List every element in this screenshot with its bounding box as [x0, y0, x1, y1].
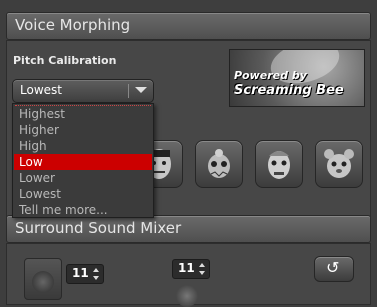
speaker-cone — [32, 271, 54, 293]
voice-morphing-header: Voice Morphing — [6, 12, 371, 40]
voice-zombie-button[interactable] — [255, 140, 303, 188]
stepper-up-icon[interactable] — [93, 268, 99, 272]
stepper-down-icon[interactable] — [199, 271, 205, 275]
reset-button[interactable]: ↺ — [314, 256, 354, 282]
stepper-down-icon[interactable] — [93, 276, 99, 280]
zombie-face-icon — [268, 151, 290, 179]
reset-icon: ↺ — [326, 258, 340, 277]
stepper-up-icon[interactable] — [199, 263, 205, 267]
option-higher[interactable]: Higher — [14, 122, 152, 138]
pitch-dropdown-list: Highest Higher High Low Lower Lowest Tel… — [12, 103, 154, 218]
option-highest[interactable]: Highest — [14, 106, 152, 122]
option-low[interactable]: Low — [14, 154, 152, 170]
option-lowest[interactable]: Lowest — [14, 186, 152, 202]
logo-powered-by: Powered by — [234, 69, 307, 82]
combo-separator — [128, 84, 129, 98]
pitch-calibration-label: Pitch Calibration — [13, 54, 117, 67]
center-level-stepper[interactable]: 11 — [172, 259, 210, 279]
option-lower[interactable]: Lower — [14, 170, 152, 186]
speaker-icon — [24, 258, 62, 300]
option-tell-me-more[interactable]: Tell me more... — [14, 202, 152, 218]
center-level-value: 11 — [178, 261, 195, 275]
screaming-bee-logo[interactable]: Powered by Screaming Bee — [229, 49, 365, 107]
surround-sound-title: Surround Sound Mixer — [15, 219, 182, 237]
left-level-stepper[interactable]: 11 — [66, 264, 104, 284]
surround-sound-header: Surround Sound Mixer — [6, 215, 371, 243]
alien-face-icon — [208, 149, 230, 178]
logo-brand: Screaming Bee — [234, 83, 344, 98]
balance-knob[interactable] — [176, 285, 198, 307]
pitch-select[interactable]: Lowest — [12, 79, 154, 103]
left-level-value: 11 — [72, 266, 89, 280]
voice-chipmunk-button[interactable] — [315, 140, 363, 188]
pitch-selected-value: Lowest — [20, 83, 62, 97]
voice-morphing-title: Voice Morphing — [15, 16, 131, 34]
chevron-down-icon[interactable] — [135, 87, 147, 93]
chipmunk-face-icon — [324, 149, 354, 178]
option-high[interactable]: High — [14, 138, 152, 154]
voice-alien-button[interactable] — [195, 140, 243, 188]
